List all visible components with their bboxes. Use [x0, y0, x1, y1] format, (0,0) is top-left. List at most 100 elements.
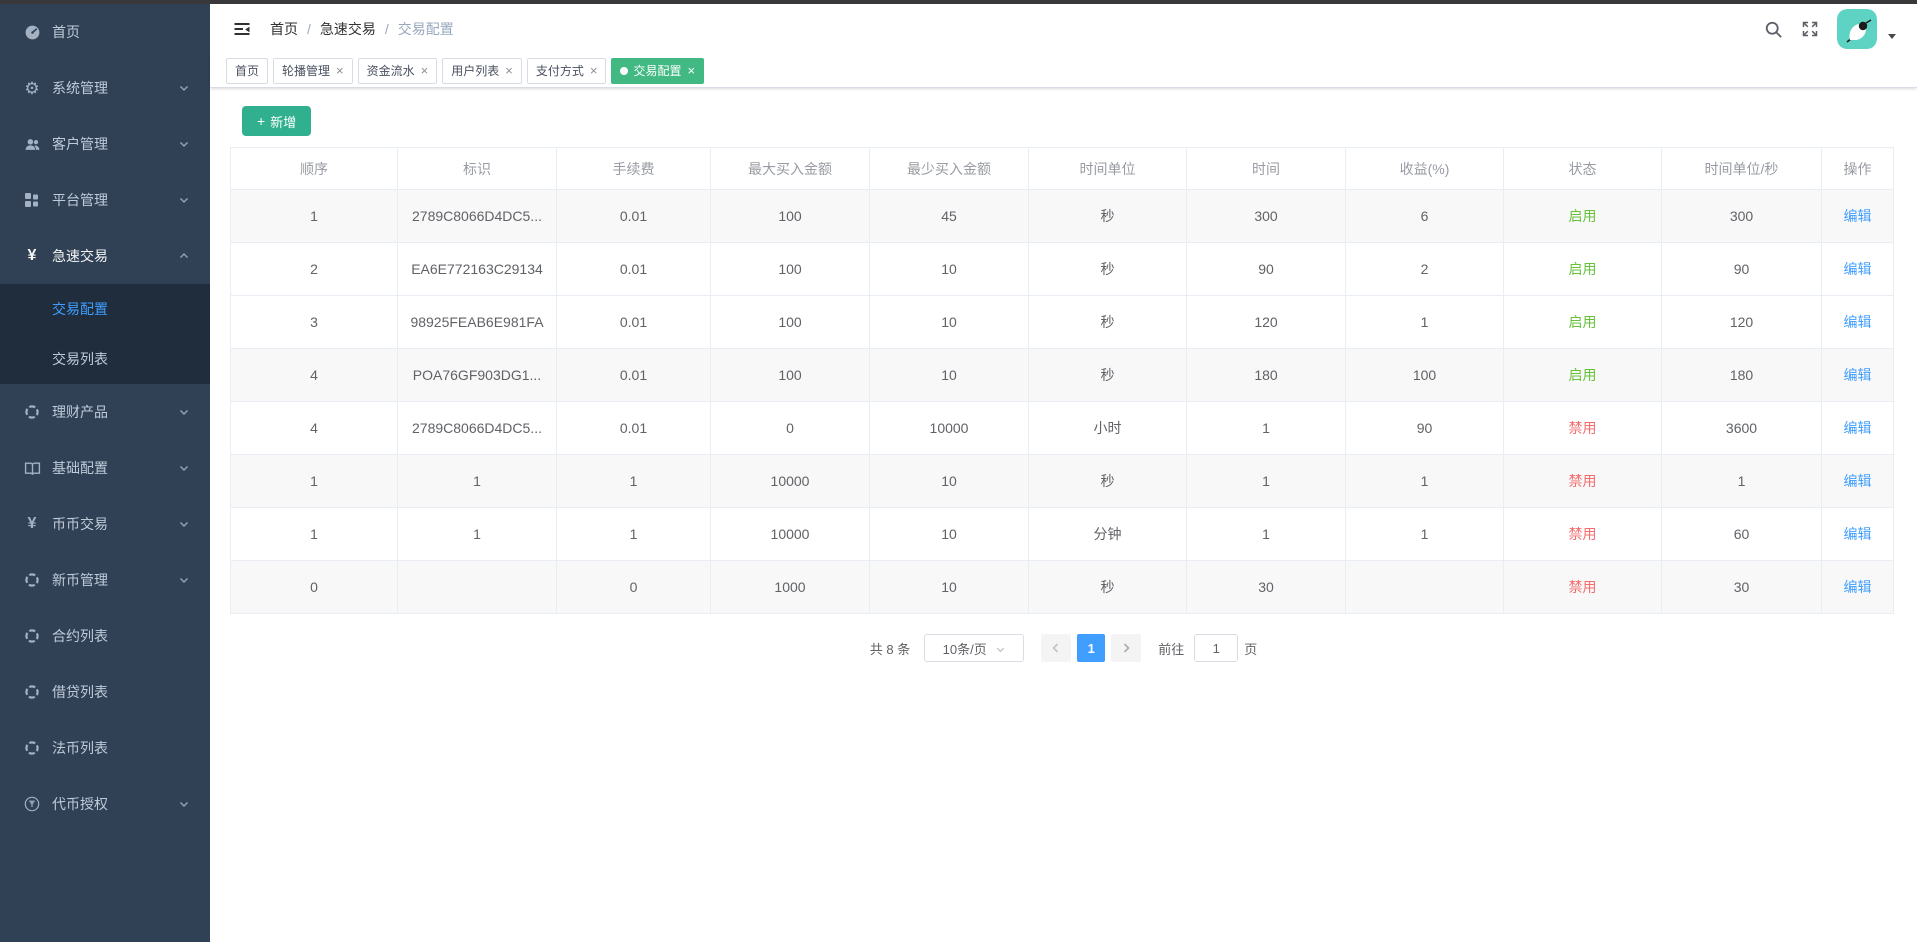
sidebar-item-11[interactable]: 法币列表 [0, 720, 210, 776]
table-cell: POA76GF903DG1... [397, 348, 557, 402]
breadcrumb: 首页 / 急速交易 / 交易配置 [270, 19, 454, 39]
tab-tag-1[interactable]: 轮播管理 × [273, 57, 353, 84]
table-header-row: 顺序 标识 手续费 最大买入金额 最少买入金额 时间单位 时间 收益(%) 状态 时间单位/秒 操作 [230, 147, 1894, 190]
table-cell: 1 [556, 454, 711, 508]
close-icon[interactable]: × [505, 64, 513, 77]
table-header-cell: 收益(%) [1345, 147, 1504, 190]
caret-down-icon[interactable] [1887, 31, 1897, 41]
table-cell: 0.01 [556, 242, 711, 296]
avatar[interactable] [1837, 9, 1877, 49]
sidebar-item-6[interactable]: 基础配置 [0, 440, 210, 496]
sidebar-item-label: 系统管理 [52, 80, 108, 96]
sidebar-item-1[interactable]: ⚙ 系统管理 [0, 60, 210, 116]
table-cell: 1 [1345, 295, 1504, 349]
grid-icon [20, 192, 44, 208]
table-cell: 10000 [710, 507, 870, 561]
status-badge: 禁用 [1568, 420, 1597, 436]
sidebar-item-label: 首页 [52, 24, 80, 40]
edit-link[interactable]: 编辑 [1844, 314, 1872, 330]
table-cell: 编辑 [1821, 507, 1894, 561]
table-header-cell: 顺序 [230, 147, 398, 190]
table-cell: 180 [1186, 348, 1346, 402]
tab-tag-2[interactable]: 资金流水 × [357, 57, 438, 84]
breadcrumb-item-1[interactable]: 急速交易 [320, 19, 376, 39]
sidebar-item-12[interactable]: 代币授权 [0, 776, 210, 832]
sidebar: 首页 ⚙ 系统管理客户管理平台管理 ¥ 急速交易 交易配置交易列表理财产品 基础配置 ¥ 币币交… [0, 4, 210, 942]
sidebar-item-8[interactable]: 新币管理 [0, 552, 210, 608]
tab-tag-5[interactable]: 交易配置 × [611, 57, 705, 84]
table-cell: 0.01 [556, 348, 711, 402]
tab-tag-3[interactable]: 用户列表 × [442, 57, 522, 84]
breadcrumb-item-0[interactable]: 首页 [270, 19, 298, 39]
sidebar-menu: 首页 ⚙ 系统管理客户管理平台管理 ¥ 急速交易 交易配置交易列表理财产品 基础配置 ¥ 币币交… [0, 4, 210, 832]
close-icon[interactable]: × [590, 64, 598, 77]
table-cell: 编辑 [1821, 348, 1894, 402]
sidebar-item-label: 客户管理 [52, 136, 108, 152]
table-row: 4 2789C8066D4DC5... 0.01 0 10000 小时 1 90 禁用 3600 编… [230, 401, 1894, 455]
table-cell: 1 [397, 507, 557, 561]
close-icon[interactable]: × [421, 64, 429, 77]
table-cell: 2 [230, 242, 398, 296]
hamburger-icon[interactable] [232, 19, 252, 39]
goto-suffix: 页 [1244, 641, 1258, 657]
edit-link[interactable]: 编辑 [1844, 579, 1872, 595]
edit-link[interactable]: 编辑 [1844, 526, 1872, 542]
page-number-1[interactable]: 1 [1077, 634, 1106, 662]
table-cell: 98925FEAB6E981FA [397, 295, 557, 349]
table-cell: 1 [1186, 454, 1346, 508]
table-cell: 小时 [1028, 401, 1187, 455]
table-cell: 10 [869, 348, 1029, 402]
table-cell: 1 [230, 189, 398, 243]
table-cell: 2789C8066D4DC5... [397, 401, 557, 455]
tag-label: 支付方式 [535, 64, 584, 78]
table-cell: 秒 [1028, 348, 1187, 402]
status-badge: 启用 [1568, 208, 1597, 224]
chevron-down-icon [995, 644, 1006, 655]
table-cell: 秒 [1028, 454, 1187, 508]
sidebar-item-3[interactable]: 平台管理 [0, 172, 210, 228]
table-header-cell: 时间 [1186, 147, 1346, 190]
edit-link[interactable]: 编辑 [1844, 208, 1872, 224]
sidebar-item-2[interactable]: 客户管理 [0, 116, 210, 172]
page-size-value: 10条/页 [942, 641, 987, 657]
close-icon[interactable]: × [687, 64, 695, 77]
fullscreen-icon[interactable] [1801, 20, 1819, 38]
pagination: 共 8 条 10条/页 1 前往 页 [230, 634, 1897, 662]
table-cell: 编辑 [1821, 242, 1894, 296]
edit-link[interactable]: 编辑 [1844, 367, 1872, 383]
search-icon[interactable] [1764, 20, 1783, 39]
tab-tag-4[interactable]: 支付方式 × [526, 57, 607, 84]
tab-tag-0[interactable]: 首页 [226, 57, 269, 84]
table-header-cell: 最少买入金额 [869, 147, 1029, 190]
yen-icon: ¥ [27, 247, 37, 264]
edit-link[interactable]: 编辑 [1844, 261, 1872, 277]
page-content: + 新增 顺序 标识 手续费 最大买入金额 最少买入金额 时间单位 时间 收益(%) 状态 时间单位… [210, 88, 1917, 942]
table-cell: 禁用 [1503, 454, 1662, 508]
sidebar-item-5[interactable]: 理财产品 [0, 384, 210, 440]
table-row: 3 98925FEAB6E981FA 0.01 100 10 秒 120 1 启用 120 编辑 [230, 295, 1894, 349]
edit-link[interactable]: 编辑 [1844, 473, 1872, 489]
page-size-select[interactable]: 10条/页 [924, 634, 1025, 662]
target-icon [20, 628, 44, 644]
sidebar-item-4[interactable]: ¥ 急速交易 [0, 228, 210, 284]
edit-link[interactable]: 编辑 [1844, 420, 1872, 436]
sidebar-item-4-child-0[interactable]: 交易配置 [0, 284, 210, 334]
next-page-button[interactable] [1111, 634, 1142, 662]
target-icon [20, 404, 44, 420]
table-header-cell: 操作 [1821, 147, 1894, 190]
table-cell: 0.01 [556, 401, 711, 455]
status-badge: 禁用 [1568, 473, 1597, 489]
sidebar-item-9[interactable]: 合约列表 [0, 608, 210, 664]
sidebar-item-4-child-1[interactable]: 交易列表 [0, 334, 210, 384]
sidebar-item-7[interactable]: ¥ 币币交易 [0, 496, 210, 552]
table-cell: 1 [1186, 507, 1346, 561]
tag-label: 交易配置 [633, 64, 682, 78]
prev-page-button[interactable] [1041, 634, 1072, 662]
sidebar-item-10[interactable]: 借贷列表 [0, 664, 210, 720]
submenu-item-label: 交易列表 [52, 351, 108, 367]
close-icon[interactable]: × [336, 64, 344, 77]
table-cell: 10 [869, 295, 1029, 349]
goto-page-input[interactable] [1194, 634, 1239, 662]
add-button[interactable]: + 新增 [242, 106, 312, 136]
sidebar-item-0[interactable]: 首页 [0, 4, 210, 60]
